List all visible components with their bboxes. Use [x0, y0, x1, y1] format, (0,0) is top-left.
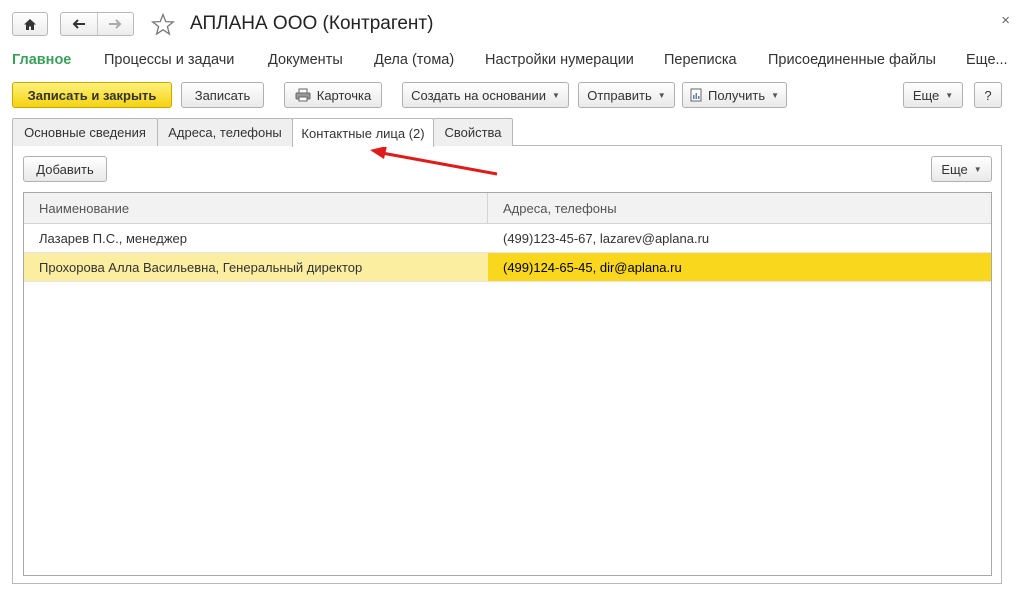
printer-icon: [295, 88, 311, 102]
row-contacts-cell[interactable]: (499)123-45-67, lazarev@aplana.ru: [488, 224, 991, 252]
star-icon[interactable]: [151, 13, 175, 36]
row-name-cell[interactable]: Прохорова Алла Васильевна, Генеральный д…: [24, 253, 488, 281]
section-attachments[interactable]: Присоединенные файлы: [768, 52, 936, 68]
send-button[interactable]: Отправить ▼: [578, 82, 675, 108]
history-navigation: [60, 12, 134, 36]
save-and-close-label: Записать и закрыть: [27, 87, 157, 103]
card-label: Карточка: [316, 87, 372, 103]
more-actions-label: Еще: [912, 87, 940, 103]
chevron-down-icon: ▼: [551, 90, 560, 100]
close-icon[interactable]: ×: [1001, 12, 1010, 29]
table-more-label: Еще: [941, 161, 968, 177]
chevron-down-icon: ▼: [657, 90, 666, 100]
section-cases[interactable]: Дела (тома): [374, 52, 454, 68]
tab-general-info[interactable]: Основные сведения: [12, 118, 158, 146]
table-row[interactable]: Лазарев П.С., менеджер (499)123-45-67, l…: [24, 224, 991, 253]
section-more[interactable]: Еще...: [966, 52, 1008, 68]
more-actions-button[interactable]: Еще ▼: [903, 82, 963, 108]
chevron-down-icon: ▼: [945, 90, 954, 100]
home-icon: [23, 18, 37, 31]
section-documents[interactable]: Документы: [268, 52, 343, 68]
column-header-name[interactable]: Наименование: [24, 193, 488, 223]
back-button[interactable]: [61, 13, 97, 35]
create-based-on-button[interactable]: Создать на основании ▼: [402, 82, 569, 108]
add-contact-label: Добавить: [36, 161, 94, 177]
receive-button[interactable]: Получить ▼: [682, 82, 787, 108]
section-main[interactable]: Главное: [12, 52, 71, 68]
section-numbering[interactable]: Настройки нумерации: [485, 52, 634, 68]
document-icon: [690, 88, 702, 102]
card-button[interactable]: Карточка: [284, 82, 382, 108]
save-and-close-button[interactable]: Записать и закрыть: [12, 82, 172, 108]
create-based-on-label: Создать на основании: [411, 87, 546, 103]
tab-contact-persons-label: Контактные лица (2): [301, 125, 425, 141]
help-button[interactable]: ?: [974, 82, 1002, 108]
send-label: Отправить: [587, 87, 652, 103]
tab-addresses-phones[interactable]: Адреса, телефоны: [157, 118, 293, 146]
tab-contact-persons[interactable]: Контактные лица (2): [292, 118, 434, 147]
arrow-right-icon: [108, 18, 122, 30]
tab-addresses-phones-label: Адреса, телефоны: [168, 125, 282, 140]
row-name-cell[interactable]: Лазарев П.С., менеджер: [24, 224, 488, 252]
chevron-down-icon: ▼: [771, 90, 780, 100]
section-processes[interactable]: Процессы и задачи: [104, 52, 234, 68]
home-button[interactable]: [12, 12, 48, 36]
chevron-down-icon: ▼: [973, 164, 982, 174]
arrow-left-icon: [72, 18, 86, 30]
section-correspondence[interactable]: Переписка: [664, 52, 737, 68]
save-button[interactable]: Записать: [181, 82, 264, 108]
add-contact-button[interactable]: Добавить: [23, 156, 107, 182]
contacts-table: Наименование Адреса, телефоны Лазарев П.…: [23, 192, 992, 576]
section-navigation: Главное Процессы и задачи Документы Дела…: [12, 50, 1010, 70]
tab-properties-label: Свойства: [444, 125, 502, 140]
column-header-contacts[interactable]: Адреса, телефоны: [488, 193, 991, 223]
help-label: ?: [984, 87, 992, 103]
table-header: Наименование Адреса, телефоны: [24, 193, 991, 224]
receive-label: Получить: [707, 87, 766, 103]
row-contacts-cell[interactable]: (499)124-65-45, dir@aplana.ru: [488, 253, 991, 281]
tab-general-info-label: Основные сведения: [24, 125, 146, 140]
table-row-selected[interactable]: Прохорова Алла Васильевна, Генеральный д…: [24, 253, 991, 282]
save-label: Записать: [194, 87, 251, 103]
forward-button[interactable]: [96, 13, 134, 35]
table-more-button[interactable]: Еще ▼: [931, 156, 992, 182]
window-title: АПЛАНА ООО (Контрагент): [190, 13, 434, 34]
